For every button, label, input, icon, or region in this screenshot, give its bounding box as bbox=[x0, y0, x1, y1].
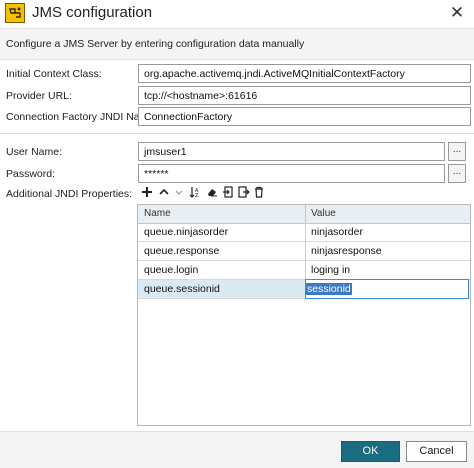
add-icon[interactable] bbox=[140, 186, 154, 200]
app-logo-icon bbox=[5, 3, 25, 23]
move-up-icon[interactable] bbox=[157, 186, 171, 200]
section-divider bbox=[0, 133, 474, 134]
delete-icon[interactable] bbox=[252, 186, 266, 200]
jndi-properties-table[interactable]: Name Value queue.ninjasorder ninjasorder… bbox=[137, 204, 471, 426]
row-name-cell[interactable]: queue.login bbox=[144, 264, 198, 276]
sort-icon[interactable]: AZ bbox=[188, 186, 202, 200]
column-header-value[interactable]: Value bbox=[311, 208, 336, 219]
selected-text: sessionid bbox=[306, 283, 352, 295]
row-value-cell[interactable]: loging in bbox=[311, 264, 350, 276]
jndi-properties-label: Additional JNDI Properties: bbox=[6, 188, 133, 200]
ok-button[interactable]: OK bbox=[341, 441, 400, 462]
initial-context-class-label: Initial Context Class: bbox=[6, 68, 102, 80]
clear-icon[interactable] bbox=[205, 186, 219, 200]
initial-context-class-input[interactable]: org.apache.activemq.jndi.ActiveMQInitial… bbox=[138, 64, 471, 83]
user-name-label: User Name: bbox=[6, 146, 63, 158]
table-row-selected[interactable]: queue.sessionid sessionid bbox=[138, 279, 470, 299]
provider-url-input[interactable]: tcp://<hostname>:61616 bbox=[138, 86, 471, 105]
table-row[interactable]: queue.login loging in bbox=[138, 261, 470, 280]
import-icon[interactable] bbox=[221, 186, 235, 200]
row-value-cell[interactable]: ninjasorder bbox=[311, 226, 363, 238]
row-name-cell[interactable]: queue.sessionid bbox=[144, 283, 220, 295]
value-edit-input[interactable]: sessionid bbox=[305, 279, 469, 299]
description-banner: Configure a JMS Server by entering confi… bbox=[0, 28, 474, 60]
password-input[interactable]: ****** bbox=[138, 164, 445, 183]
description-text: Configure a JMS Server by entering confi… bbox=[6, 38, 305, 50]
cancel-button[interactable]: Cancel bbox=[406, 441, 467, 462]
title-bar: JMS configuration ✕ bbox=[0, 0, 474, 26]
dialog-footer bbox=[0, 431, 474, 468]
column-divider bbox=[305, 205, 306, 223]
svg-text:Z: Z bbox=[195, 193, 199, 198]
row-value-cell[interactable]: ninjasresponse bbox=[311, 245, 382, 257]
connection-factory-label: Connection Factory JNDI Name: bbox=[6, 111, 158, 123]
provider-url-label: Provider URL: bbox=[6, 90, 72, 102]
close-icon[interactable]: ✕ bbox=[446, 2, 468, 24]
user-name-input[interactable]: jmsuser1 bbox=[138, 142, 445, 161]
column-header-name[interactable]: Name bbox=[144, 208, 171, 219]
table-header: Name Value bbox=[138, 205, 470, 224]
cell-divider bbox=[305, 223, 306, 242]
password-browse-button[interactable]: ... bbox=[448, 164, 466, 183]
cell-divider bbox=[305, 261, 306, 280]
connection-factory-input[interactable]: ConnectionFactory bbox=[138, 107, 471, 126]
export-icon[interactable] bbox=[237, 186, 251, 200]
row-name-cell[interactable]: queue.response bbox=[144, 245, 219, 257]
row-name-cell[interactable]: queue.ninjasorder bbox=[144, 226, 228, 238]
password-label: Password: bbox=[6, 168, 56, 180]
cell-divider bbox=[305, 242, 306, 261]
move-down-icon[interactable] bbox=[172, 186, 186, 200]
table-row[interactable]: queue.ninjasorder ninjasorder bbox=[138, 223, 470, 242]
user-name-browse-button[interactable]: ... bbox=[448, 142, 466, 161]
table-row[interactable]: queue.response ninjasresponse bbox=[138, 242, 470, 261]
window-title: JMS configuration bbox=[32, 4, 153, 21]
